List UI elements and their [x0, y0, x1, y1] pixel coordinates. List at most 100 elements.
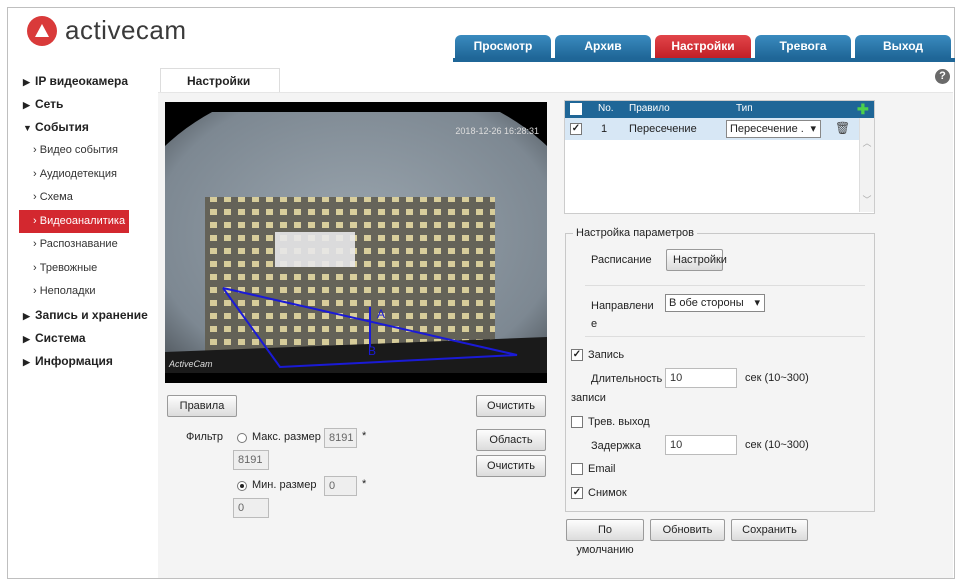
duration-label: Длительность [591, 373, 663, 385]
direction-label-b: B [368, 344, 376, 358]
record-label: Запись [588, 349, 625, 361]
tab-alarm[interactable]: Тревога [755, 35, 851, 58]
tab-logout[interactable]: Выход [855, 35, 951, 58]
select-all-checkbox[interactable]: ✓ [570, 103, 582, 115]
sidebar-item-label: Система [35, 330, 86, 345]
trash-icon[interactable]: 🗑 [835, 121, 850, 135]
max-size-input-2[interactable]: 8191 [233, 450, 269, 470]
sidebar-subitem-faults[interactable]: › Неполадки [23, 280, 163, 304]
area-button[interactable]: Область [476, 429, 546, 451]
rules-button[interactable]: Правила [167, 395, 237, 417]
sidebar-subitem-label: Распознавание [39, 238, 118, 250]
snapshot-label: Снимок [588, 487, 627, 499]
chevron-right-icon: › [33, 285, 37, 297]
chevron-right-icon: › [33, 191, 37, 203]
schedule-settings-button[interactable]: Настройки [666, 249, 727, 271]
chevron-right-icon: › [33, 214, 37, 227]
tab-settings[interactable]: Настройки [655, 35, 751, 58]
sidebar-item-label: Информация [35, 353, 113, 368]
rules-table-header: ✓ No. Правило Тип ✚ [565, 101, 874, 118]
table-row[interactable]: ✓ 1 Пересечение Пересечение . 🗑 [565, 118, 874, 140]
filter-label: Фильтр [186, 431, 223, 443]
help-icon[interactable]: ? [935, 69, 950, 84]
delay-label: Задержка [591, 440, 641, 452]
sidebar-subitem-video-events[interactable]: › Видео события [23, 139, 163, 163]
add-rule-icon[interactable]: ✚ [857, 101, 869, 118]
triangle-right-icon: ▶ [23, 77, 30, 87]
default-button[interactable]: По умолчанию [566, 519, 644, 556]
brand-logo: activecam [27, 15, 187, 46]
alarm-output-label: Трев. выход [588, 416, 650, 428]
rules-table: ✓ No. Правило Тип ✚ ✓ 1 Пересечение Пере… [564, 100, 875, 214]
rule-type-value: Пересечение . [730, 123, 804, 135]
sidebar-item-recording[interactable]: ▶ Запись и хранение [23, 304, 163, 327]
sidebar-item-events[interactable]: ▼ События [23, 116, 163, 139]
sidebar-subitem-audio-detection[interactable]: › Аудиодетекция [23, 163, 163, 187]
clear-button[interactable]: Очистить [476, 395, 546, 417]
sidebar-subitem-label: Схема [39, 191, 73, 203]
min-size-input[interactable]: 0 [324, 476, 357, 496]
sidebar-subitem-scheme[interactable]: › Схема [23, 186, 163, 210]
scroll-down-icon[interactable]: ﹀ [860, 193, 874, 206]
top-navigation: Просмотр Архив Настройки Тревога Выход [455, 35, 951, 58]
sidebar: ▶ IP видеокамера ▶ Сеть ▼ События › Видео с… [19, 70, 163, 373]
triangle-down-icon: ▼ [23, 123, 32, 133]
video-osd-text: ActiveCam [169, 359, 213, 369]
clear-area-button[interactable]: Очистить [476, 455, 546, 477]
sidebar-subitem-label: Тревожные [39, 261, 98, 274]
sidebar-subitem-label: Аудиодетекция [39, 167, 117, 180]
required-mark: * [362, 430, 367, 442]
snapshot-checkbox[interactable]: ✓ [571, 487, 583, 499]
max-size-radio[interactable] [237, 433, 247, 443]
alarm-output-checkbox[interactable] [571, 416, 583, 428]
video-preview[interactable]: A B 2018-12-26 16:28:31 ActiveCam [165, 102, 547, 383]
scrollbar[interactable]: ︿ ﹀ [859, 118, 874, 212]
max-size-input[interactable]: 8191 [324, 428, 357, 448]
triangle-right-icon: ▶ [23, 356, 30, 367]
direction-label-a: A [377, 307, 385, 321]
rule-type-select[interactable]: Пересечение . [726, 120, 821, 138]
video-timestamp: 2018-12-26 16:28:31 [455, 126, 539, 136]
delay-input[interactable]: 10 [665, 435, 737, 455]
max-size-label: Макс. размер [252, 431, 321, 443]
chevron-right-icon: › [33, 144, 37, 156]
tab-archive[interactable]: Архив [555, 35, 651, 58]
column-no: No. [598, 103, 614, 114]
email-checkbox[interactable] [571, 463, 583, 475]
refresh-button[interactable]: Обновить [650, 519, 725, 541]
direction-label-wrap: е [591, 318, 598, 330]
scroll-up-icon[interactable]: ︿ [860, 136, 874, 149]
schedule-label: Расписание [591, 254, 652, 266]
sidebar-item-ip-camera[interactable]: ▶ IP видеокамера [23, 70, 163, 93]
sidebar-subitem-video-analytics[interactable]: › Видеоаналитика [19, 209, 129, 233]
save-button[interactable]: Сохранить [731, 519, 808, 541]
row-checkbox[interactable]: ✓ [570, 123, 582, 135]
sidebar-item-label: IP видеокамера [35, 74, 129, 88]
row-no: 1 [601, 123, 608, 135]
tab-view[interactable]: Просмотр [455, 35, 551, 58]
min-size-input-2[interactable]: 0 [233, 498, 269, 518]
min-size-radio[interactable] [237, 481, 247, 491]
chevron-right-icon: › [33, 238, 37, 250]
page-tab-settings[interactable]: Настройки [160, 68, 280, 92]
sidebar-item-network[interactable]: ▶ Сеть [23, 93, 163, 116]
sidebar-subitem-recognition[interactable]: › Распознавание [23, 233, 163, 257]
record-checkbox[interactable]: ✓ [571, 349, 583, 361]
triangle-right-icon: ▶ [23, 310, 30, 321]
duration-input[interactable]: 10 [665, 368, 737, 388]
direction-value: В обе стороны [669, 297, 744, 309]
row-rule: Пересечение [629, 123, 697, 135]
sidebar-item-system[interactable]: ▶ Система [23, 327, 163, 350]
required-mark: * [362, 478, 367, 490]
sidebar-item-info[interactable]: ▶ Информация [23, 350, 163, 373]
direction-select[interactable]: В обе стороны [665, 294, 765, 312]
direction-label: Направлени [591, 300, 654, 312]
chevron-right-icon: › [33, 167, 37, 180]
sidebar-item-label: Сеть [35, 97, 64, 111]
email-label: Email [588, 463, 616, 475]
sidebar-subitem-alarms[interactable]: › Тревожные [23, 257, 163, 281]
divider [585, 336, 865, 337]
sidebar-subitem-label: Видеоаналитика [39, 214, 126, 227]
duration-label-wrap: записи [571, 392, 606, 404]
column-type: Тип [736, 103, 753, 114]
